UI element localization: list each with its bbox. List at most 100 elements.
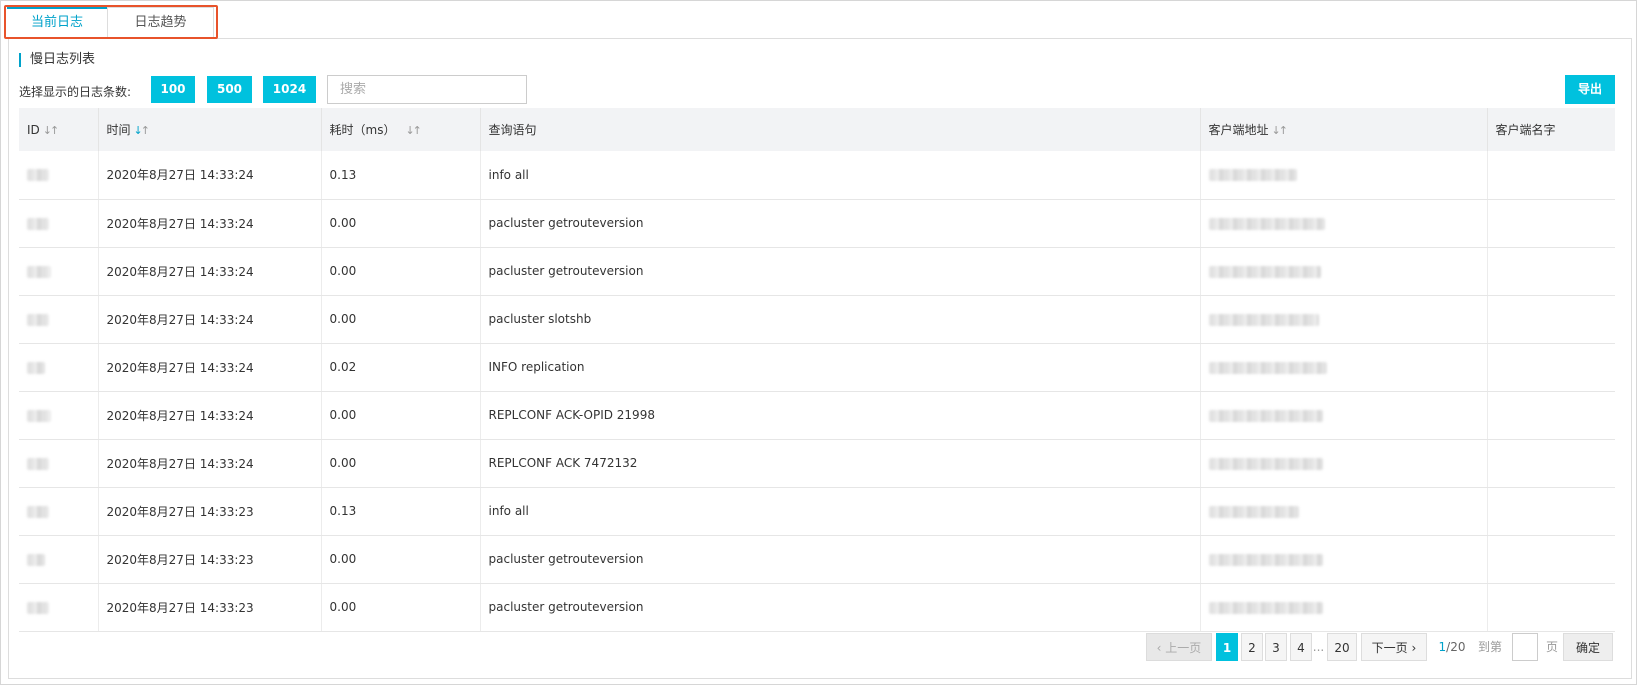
table-row: 2020年8月27日 14:33:24 0.00 REPLCONF ACK 7472… xyxy=(19,439,1615,488)
cell-client-name xyxy=(1487,247,1615,296)
column-header-label: ID xyxy=(27,122,40,137)
redacted-id xyxy=(27,601,49,614)
cell-time: 2020年8月27日 14:33:23 xyxy=(98,535,322,584)
cell-query: REPLCONF ACK-OPID 21998 xyxy=(480,391,1201,440)
redacted-id xyxy=(27,505,49,518)
cell-time: 2020年8月27日 14:33:23 xyxy=(98,487,322,536)
column-header-time[interactable]: 时间 ↓↑ xyxy=(98,108,322,151)
cell-query: INFO replication xyxy=(480,343,1201,392)
page-4-button[interactable]: 4 xyxy=(1290,633,1312,661)
page-20-button[interactable]: 20 xyxy=(1327,633,1357,661)
prev-page-label: 上一页 xyxy=(1165,641,1202,655)
page-2-button[interactable]: 2 xyxy=(1241,633,1263,661)
count-500-button[interactable]: 500 xyxy=(207,76,252,103)
column-header-client-name: 客户端名字 xyxy=(1487,108,1615,151)
cell-id xyxy=(19,583,99,632)
count-1024-button[interactable]: 1024 xyxy=(263,76,316,103)
cell-client-address xyxy=(1200,535,1488,584)
cell-query: pacluster getrouteversion xyxy=(480,247,1201,296)
cell-time: 2020年8月27日 14:33:24 xyxy=(98,199,322,248)
cell-id xyxy=(19,391,99,440)
cell-time: 2020年8月27日 14:33:24 xyxy=(98,391,322,440)
cell-id xyxy=(19,535,99,584)
cell-client-address xyxy=(1200,583,1488,632)
cell-client-name xyxy=(1487,295,1615,344)
redacted-id xyxy=(27,169,49,182)
table-row: 2020年8月27日 14:33:24 0.00 pacluster slotshb xyxy=(19,295,1615,344)
next-page-button[interactable]: 下一页 › xyxy=(1361,633,1427,661)
sort-icon[interactable]: ↓↑ xyxy=(43,124,60,137)
cell-time: 2020年8月27日 14:33:24 xyxy=(98,151,322,200)
cell-client-address xyxy=(1200,295,1488,344)
table-header-row: ID ↓↑ 时间 ↓↑ 耗时（ms） ↓↑ 查询语句 客户端地址 ↓↑ 客户端名字 xyxy=(19,108,1615,151)
cell-duration: 0.00 xyxy=(321,247,481,296)
redacted-client-address xyxy=(1208,169,1297,182)
redacted-client-address xyxy=(1208,457,1323,470)
redacted-id xyxy=(27,313,49,326)
cell-id xyxy=(19,295,99,344)
goto-label: 到第 xyxy=(1477,640,1502,654)
redacted-client-address xyxy=(1208,217,1325,230)
cell-time: 2020年8月27日 14:33:24 xyxy=(98,295,322,344)
column-header-id[interactable]: ID ↓↑ xyxy=(19,108,99,151)
column-header-label: 查询语句 xyxy=(488,123,537,137)
page-unit-label: 页 xyxy=(1545,640,1558,654)
cell-query: pacluster getrouteversion xyxy=(480,583,1201,632)
cell-duration: 0.00 xyxy=(321,583,481,632)
total-pages: /20 xyxy=(1446,640,1466,654)
redacted-id xyxy=(27,553,45,566)
count-100-button[interactable]: 100 xyxy=(151,76,195,103)
confirm-goto-button[interactable]: 确定 xyxy=(1563,633,1613,661)
cell-query: pacluster getrouteversion xyxy=(480,199,1201,248)
page-indicator: 1/20 xyxy=(1434,633,1470,661)
cell-client-address xyxy=(1200,247,1488,296)
cell-id xyxy=(19,151,99,200)
redacted-id xyxy=(27,457,49,470)
page-ellipsis: ... xyxy=(1312,640,1325,654)
cell-query: info all xyxy=(480,151,1201,200)
cell-client-name xyxy=(1487,487,1615,536)
cell-duration: 0.13 xyxy=(321,487,481,536)
cell-time: 2020年8月27日 14:33:23 xyxy=(98,583,322,632)
page-1-button[interactable]: 1 xyxy=(1216,633,1238,661)
cell-duration: 0.00 xyxy=(321,295,481,344)
cell-time: 2020年8月27日 14:33:24 xyxy=(98,439,322,488)
sort-icon[interactable]: ↓↑ xyxy=(405,124,422,137)
search-input[interactable] xyxy=(327,75,527,104)
cell-duration: 0.00 xyxy=(321,439,481,488)
page-3-button[interactable]: 3 xyxy=(1265,633,1287,661)
chevron-right-icon: › xyxy=(1407,641,1417,655)
prev-page-button[interactable]: ‹ 上一页 xyxy=(1146,633,1212,661)
cell-duration: 0.00 xyxy=(321,391,481,440)
current-page-number: 1 xyxy=(1438,640,1447,654)
cell-client-name xyxy=(1487,151,1615,200)
redacted-client-address xyxy=(1208,361,1327,374)
redacted-client-address xyxy=(1208,265,1321,278)
goto-page-input[interactable] xyxy=(1512,633,1538,661)
cell-id xyxy=(19,343,99,392)
cell-client-address xyxy=(1200,151,1488,200)
column-header-query: 查询语句 xyxy=(480,108,1201,151)
cell-client-address xyxy=(1200,199,1488,248)
column-header-client-address[interactable]: 客户端地址 ↓↑ xyxy=(1200,108,1488,151)
cell-id xyxy=(19,439,99,488)
cell-query: pacluster slotshb xyxy=(480,295,1201,344)
cell-client-name xyxy=(1487,391,1615,440)
cell-duration: 0.00 xyxy=(321,199,481,248)
redacted-client-address xyxy=(1208,553,1323,566)
column-header-label: 客户端地址 xyxy=(1208,123,1269,137)
export-button[interactable]: 导出 xyxy=(1565,75,1615,104)
sort-icon[interactable]: ↓↑ xyxy=(1272,124,1289,137)
redacted-id xyxy=(27,361,45,374)
cell-duration: 0.00 xyxy=(321,535,481,584)
table-row: 2020年8月27日 14:33:24 0.02 INFO replication xyxy=(19,343,1615,392)
cell-query: pacluster getrouteversion xyxy=(480,535,1201,584)
redacted-client-address xyxy=(1208,505,1299,518)
sort-icon[interactable]: ↓↑ xyxy=(134,124,151,137)
redacted-id xyxy=(27,409,51,422)
column-header-duration[interactable]: 耗时（ms） ↓↑ xyxy=(321,108,481,151)
column-header-label: 时间 xyxy=(106,123,131,137)
chevron-left-icon: ‹ xyxy=(1156,641,1166,655)
cell-id xyxy=(19,487,99,536)
cell-id xyxy=(19,199,99,248)
